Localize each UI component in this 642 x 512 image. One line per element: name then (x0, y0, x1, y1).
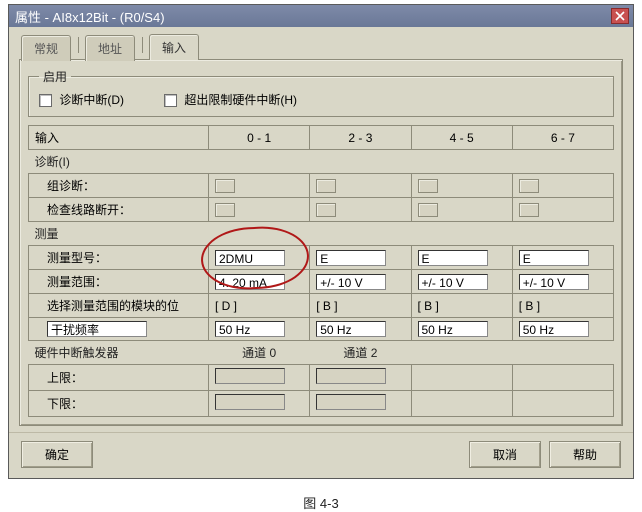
upper-label: 上限： (29, 365, 209, 391)
col-0: 0 - 1 (209, 126, 310, 150)
tab-input[interactable]: 输入 (149, 34, 199, 60)
col-2: 4 - 5 (411, 126, 512, 150)
group-diag-cb-0[interactable] (215, 179, 235, 193)
cancel-button[interactable]: 取消 (469, 441, 541, 468)
table-header-row: 输入 0 - 1 2 - 3 4 - 5 6 - 7 (29, 126, 614, 150)
enable-group: 启用 诊断中断(D) 超出限制硬件中断(H) (28, 68, 614, 117)
hwtrig-ch0: 通道 0 (209, 341, 310, 365)
meas-type-3[interactable]: E (519, 250, 589, 266)
modpos-0: [ D ] (209, 294, 310, 318)
wirebreak-cb-3[interactable] (519, 203, 539, 217)
lower-0[interactable] (215, 394, 285, 410)
group-diag-label: 组诊断： (29, 174, 209, 198)
diag-interrupt-row: 诊断中断(D) (39, 91, 124, 108)
noise-row: 干扰频率 50 Hz 50 Hz 50 Hz 50 Hz (29, 318, 614, 341)
wirebreak-cb-1[interactable] (316, 203, 336, 217)
hw-limit-interrupt-label: 超出限制硬件中断(H) (184, 93, 297, 107)
close-icon[interactable] (611, 8, 629, 24)
noise-1[interactable]: 50 Hz (316, 321, 386, 337)
upper-2[interactable] (316, 368, 386, 384)
meas-range-label: 测量范围： (29, 270, 209, 294)
ok-button[interactable]: 确定 (21, 441, 93, 468)
meas-legend: 测量 (29, 222, 614, 246)
help-button-label: 帮助 (573, 448, 597, 462)
tab-address[interactable]: 地址 (85, 35, 135, 61)
help-button[interactable]: 帮助 (549, 441, 621, 468)
modpos-1: [ B ] (310, 294, 411, 318)
hwtrig-header-row: 硬件中断触发器 通道 0 通道 2 (29, 341, 614, 365)
cancel-button-label: 取消 (493, 448, 517, 462)
diag-interrupt-checkbox[interactable] (39, 94, 52, 107)
noise-label-box[interactable]: 干扰频率 (47, 321, 147, 337)
col-1: 2 - 3 (310, 126, 411, 150)
button-bar: 确定 取消 帮助 (9, 432, 633, 478)
hw-limit-interrupt-row: 超出限制硬件中断(H) (164, 91, 297, 108)
meas-type-2[interactable]: E (418, 250, 488, 266)
meas-range-0[interactable]: 4..20 mA (215, 274, 285, 290)
tab-separator (142, 37, 143, 53)
diag-interrupt-label: 诊断中断(D) (59, 93, 124, 107)
wirebreak-cb-0[interactable] (215, 203, 235, 217)
hwtrig-legend: 硬件中断触发器 (29, 341, 209, 365)
wirebreak-label: 检查线路断开： (29, 198, 209, 222)
wirebreak-cb-2[interactable] (418, 203, 438, 217)
tab-general[interactable]: 常规 (21, 35, 71, 61)
titlebar: 属性 - AI8x12Bit - (R0/S4) (9, 5, 633, 27)
modpos-row: 选择测量范围的模块的位 [ D ] [ B ] [ B ] [ B ] (29, 294, 614, 318)
col-3: 6 - 7 (512, 126, 613, 150)
tab-general-label: 常规 (34, 42, 58, 56)
group-diag-cb-3[interactable] (519, 179, 539, 193)
diag-legend: 诊断(I) (29, 150, 614, 174)
meas-type-0[interactable]: 2DMU (215, 250, 285, 266)
input-table: 输入 0 - 1 2 - 3 4 - 5 6 - 7 诊断(I) 组诊断： 检查… (28, 125, 614, 417)
meas-type-label: 测量型号： (29, 246, 209, 270)
meas-range-row: 测量范围： 4..20 mA +/- 10 V +/- 10 V +/- 10 … (29, 270, 614, 294)
upper-row: 上限： (29, 365, 614, 391)
meas-type-1[interactable]: E (316, 250, 386, 266)
group-diag-row: 组诊断： (29, 174, 614, 198)
modpos-2: [ B ] (411, 294, 512, 318)
meas-range-2[interactable]: +/- 10 V (418, 274, 488, 290)
lower-row: 下限： (29, 391, 614, 417)
group-diag-cb-2[interactable] (418, 179, 438, 193)
modpos-3: [ B ] (512, 294, 613, 318)
upper-0[interactable] (215, 368, 285, 384)
figure-caption: 图 4-3 (0, 493, 642, 512)
wirebreak-row: 检查线路断开： (29, 198, 614, 222)
noise-3[interactable]: 50 Hz (519, 321, 589, 337)
noise-0[interactable]: 50 Hz (215, 321, 285, 337)
window-title: 属性 - AI8x12Bit - (R0/S4) (15, 7, 611, 26)
group-diag-cb-1[interactable] (316, 179, 336, 193)
enable-legend: 启用 (39, 68, 71, 85)
hwtrig-ch2: 通道 2 (310, 341, 411, 365)
dialog-window: 属性 - AI8x12Bit - (R0/S4) 常规 地址 输入 启用 诊断中… (8, 4, 634, 479)
noise-2[interactable]: 50 Hz (418, 321, 488, 337)
meas-type-row: 测量型号： 2DMU E E E (29, 246, 614, 270)
tabstrip: 常规 地址 输入 (9, 27, 633, 59)
lower-label: 下限： (29, 391, 209, 417)
lower-2[interactable] (316, 394, 386, 410)
tab-separator (78, 37, 79, 53)
tab-address-label: 地址 (98, 42, 122, 56)
tab-input-page: 启用 诊断中断(D) 超出限制硬件中断(H) 输入 0 - 1 2 - 3 4 … (19, 59, 623, 426)
col-label: 输入 (29, 126, 209, 150)
modpos-label: 选择测量范围的模块的位 (29, 294, 209, 318)
meas-range-1[interactable]: +/- 10 V (316, 274, 386, 290)
hw-limit-interrupt-checkbox[interactable] (164, 94, 177, 107)
meas-range-3[interactable]: +/- 10 V (519, 274, 589, 290)
ok-button-label: 确定 (45, 448, 69, 462)
tab-input-label: 输入 (162, 41, 186, 55)
